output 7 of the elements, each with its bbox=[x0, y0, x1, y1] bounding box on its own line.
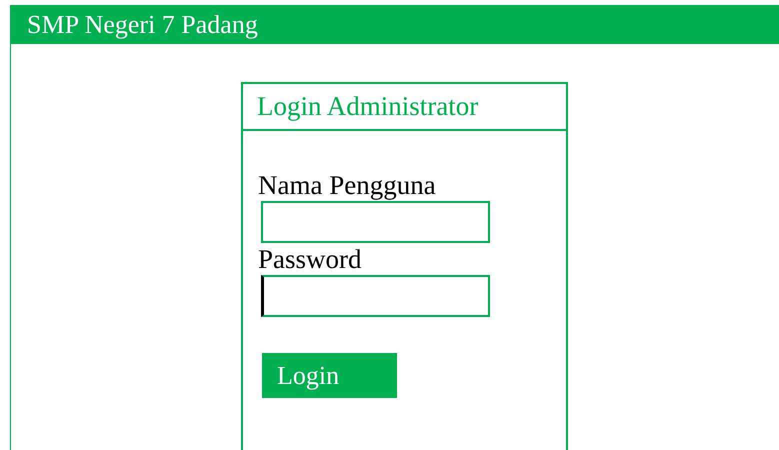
field-label: Nama Pengguna bbox=[258, 169, 436, 201]
input-field[interactable] bbox=[261, 201, 490, 243]
panel-title: Login Administrator bbox=[257, 93, 478, 120]
login-button[interactable]: Login bbox=[262, 353, 397, 398]
field-label: Password bbox=[258, 243, 362, 275]
input-field[interactable] bbox=[261, 275, 490, 317]
site-title: SMP Negeri 7 Padang bbox=[27, 12, 258, 38]
